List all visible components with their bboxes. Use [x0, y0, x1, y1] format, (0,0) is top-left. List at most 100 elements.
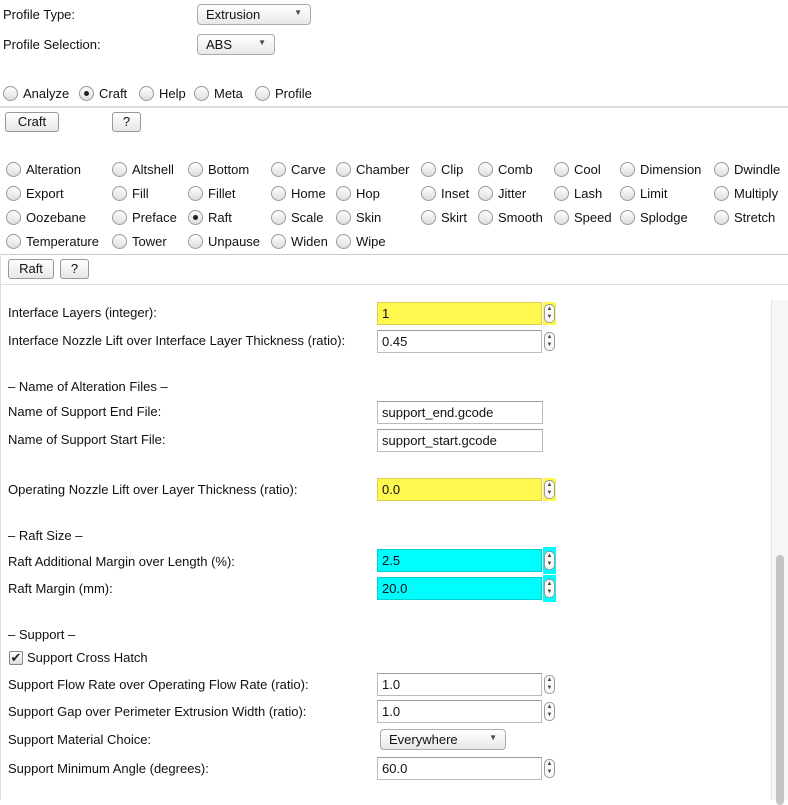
- plugin-radio-fillet[interactable]: Fillet: [188, 184, 235, 202]
- raft-button[interactable]: Raft: [8, 259, 54, 279]
- plugin-radio-widen[interactable]: Widen: [271, 232, 328, 250]
- radio-circle-icon: [336, 209, 351, 225]
- radio-label: Comb: [498, 161, 533, 177]
- support-gap-input[interactable]: 1.0: [377, 700, 542, 723]
- scrollbar[interactable]: [771, 300, 788, 805]
- radio-circle-icon: [478, 209, 493, 225]
- plugin-radio-skirt[interactable]: Skirt: [421, 208, 467, 226]
- plugin-radio-hop[interactable]: Hop: [336, 184, 380, 202]
- plugin-radio-altshell[interactable]: Altshell: [112, 160, 174, 178]
- interface-nozzle-lift-stepper[interactable]: ▲ ▼: [543, 330, 556, 353]
- plugin-radio-wipe[interactable]: Wipe: [336, 232, 386, 250]
- scrollbar-thumb[interactable]: [776, 555, 784, 805]
- radio-label: Alteration: [26, 161, 81, 177]
- plugin-radio-lash[interactable]: Lash: [554, 184, 602, 202]
- profile-selection-select[interactable]: ABS ▼: [197, 34, 275, 55]
- plugin-radio-alteration[interactable]: Alteration: [6, 160, 81, 178]
- raft-additional-margin-stepper[interactable]: ▲ ▼: [543, 547, 556, 574]
- radio-label: Raft: [208, 209, 232, 225]
- support-flow-rate-stepper[interactable]: ▲ ▼: [543, 673, 556, 696]
- plugin-radio-skin[interactable]: Skin: [336, 208, 381, 226]
- support-material-choice-select[interactable]: Everywhere ▼: [380, 729, 506, 750]
- radio-circle-icon: [714, 209, 729, 225]
- plugin-radio-carve[interactable]: Carve: [271, 160, 326, 178]
- support-end-file-input[interactable]: support_end.gcode: [377, 401, 543, 424]
- support-material-choice-value: Everywhere: [389, 732, 458, 747]
- help-button[interactable]: ?: [112, 112, 141, 132]
- plugin-radio-preface[interactable]: Preface: [112, 208, 177, 226]
- divider: [0, 106, 788, 108]
- radio-label: Home: [291, 185, 326, 201]
- radio-label: Dwindle: [734, 161, 781, 177]
- radio-circle-icon: [188, 209, 203, 225]
- support-minimum-angle-input[interactable]: 60.0: [377, 757, 542, 780]
- plugin-radio-smooth[interactable]: Smooth: [478, 208, 543, 226]
- raft-help-button[interactable]: ?: [60, 259, 89, 279]
- plugin-radio-comb[interactable]: Comb: [478, 160, 533, 178]
- raft-size-header: – Raft Size –: [8, 528, 83, 543]
- plugin-radio-unpause[interactable]: Unpause: [188, 232, 260, 250]
- checkmark-icon: ✔: [9, 649, 23, 665]
- mode-radio-analyze[interactable]: Analyze: [3, 84, 69, 102]
- support-minimum-angle-stepper[interactable]: ▲ ▼: [543, 757, 556, 780]
- radio-circle-icon: [421, 185, 436, 201]
- plugin-radio-jitter[interactable]: Jitter: [478, 184, 526, 202]
- plugin-radio-export[interactable]: Export: [6, 184, 64, 202]
- radio-label: Fill: [132, 185, 149, 201]
- plugin-radio-fill[interactable]: Fill: [112, 184, 149, 202]
- mode-radio-craft[interactable]: Craft: [79, 84, 127, 102]
- plugin-radio-chamber[interactable]: Chamber: [336, 160, 409, 178]
- support-start-file-input[interactable]: support_start.gcode: [377, 429, 543, 452]
- operating-nozzle-lift-stepper[interactable]: ▲ ▼: [543, 478, 556, 501]
- mode-radio-meta[interactable]: Meta: [194, 84, 243, 102]
- plugin-radio-dimension[interactable]: Dimension: [620, 160, 701, 178]
- plugin-radio-cool[interactable]: Cool: [554, 160, 601, 178]
- raft-margin-stepper[interactable]: ▲ ▼: [543, 575, 556, 602]
- radio-label: Chamber: [356, 161, 410, 177]
- radio-circle-icon: [271, 233, 286, 249]
- plugin-radio-tower[interactable]: Tower: [112, 232, 167, 250]
- plugin-radio-oozebane[interactable]: Oozebane: [6, 208, 86, 226]
- raft-additional-margin-input[interactable]: 2.5: [377, 549, 542, 572]
- operating-nozzle-lift-input[interactable]: 0.0: [377, 478, 542, 501]
- plugin-radio-dwindle[interactable]: Dwindle: [714, 160, 780, 178]
- radio-circle-icon: [271, 161, 286, 177]
- radio-circle-icon: [79, 85, 94, 101]
- mode-radio-profile[interactable]: Profile: [255, 84, 312, 102]
- radio-label: Speed: [574, 209, 612, 225]
- radio-circle-icon: [336, 185, 351, 201]
- radio-label: Skin: [356, 209, 382, 225]
- support-gap-stepper[interactable]: ▲ ▼: [543, 700, 556, 723]
- interface-layers-stepper[interactable]: ▲ ▼: [543, 302, 556, 325]
- support-flow-rate-input[interactable]: 1.0: [377, 673, 542, 696]
- plugin-radio-multiply[interactable]: Multiply: [714, 184, 778, 202]
- mode-radio-help[interactable]: Help: [139, 84, 186, 102]
- plugin-radio-home[interactable]: Home: [271, 184, 326, 202]
- plugin-radio-scale[interactable]: Scale: [271, 208, 324, 226]
- profile-type-select[interactable]: Extrusion ▼: [197, 4, 311, 25]
- interface-layers-input[interactable]: 1: [377, 302, 542, 325]
- craft-button[interactable]: Craft: [5, 112, 59, 132]
- plugin-radio-limit[interactable]: Limit: [620, 184, 667, 202]
- radio-circle-icon: [6, 233, 21, 249]
- radio-circle-icon: [620, 161, 635, 177]
- radio-circle-icon: [112, 233, 127, 249]
- radio-circle-icon: [112, 185, 127, 201]
- plugin-radio-splodge[interactable]: Splodge: [620, 208, 688, 226]
- plugin-radio-stretch[interactable]: Stretch: [714, 208, 775, 226]
- plugin-radio-bottom[interactable]: Bottom: [188, 160, 249, 178]
- raft-margin-input[interactable]: 20.0: [377, 577, 542, 600]
- raft-margin-label: Raft Margin (mm):: [8, 581, 113, 596]
- plugin-radio-clip[interactable]: Clip: [421, 160, 463, 178]
- plugin-radio-inset[interactable]: Inset: [421, 184, 469, 202]
- radio-label: Bottom: [208, 161, 250, 177]
- radio-circle-icon: [714, 185, 729, 201]
- support-cross-hatch-checkbox[interactable]: ✔ Support Cross Hatch: [9, 650, 148, 665]
- plugin-radio-raft[interactable]: Raft: [188, 208, 232, 226]
- plugin-radio-temperature[interactable]: Temperature: [6, 232, 99, 250]
- radio-circle-icon: [3, 85, 18, 101]
- interface-nozzle-lift-input[interactable]: 0.45: [377, 330, 542, 353]
- radio-label: Stretch: [734, 209, 776, 225]
- plugin-radio-speed[interactable]: Speed: [554, 208, 612, 226]
- radio-label: Lash: [574, 185, 603, 201]
